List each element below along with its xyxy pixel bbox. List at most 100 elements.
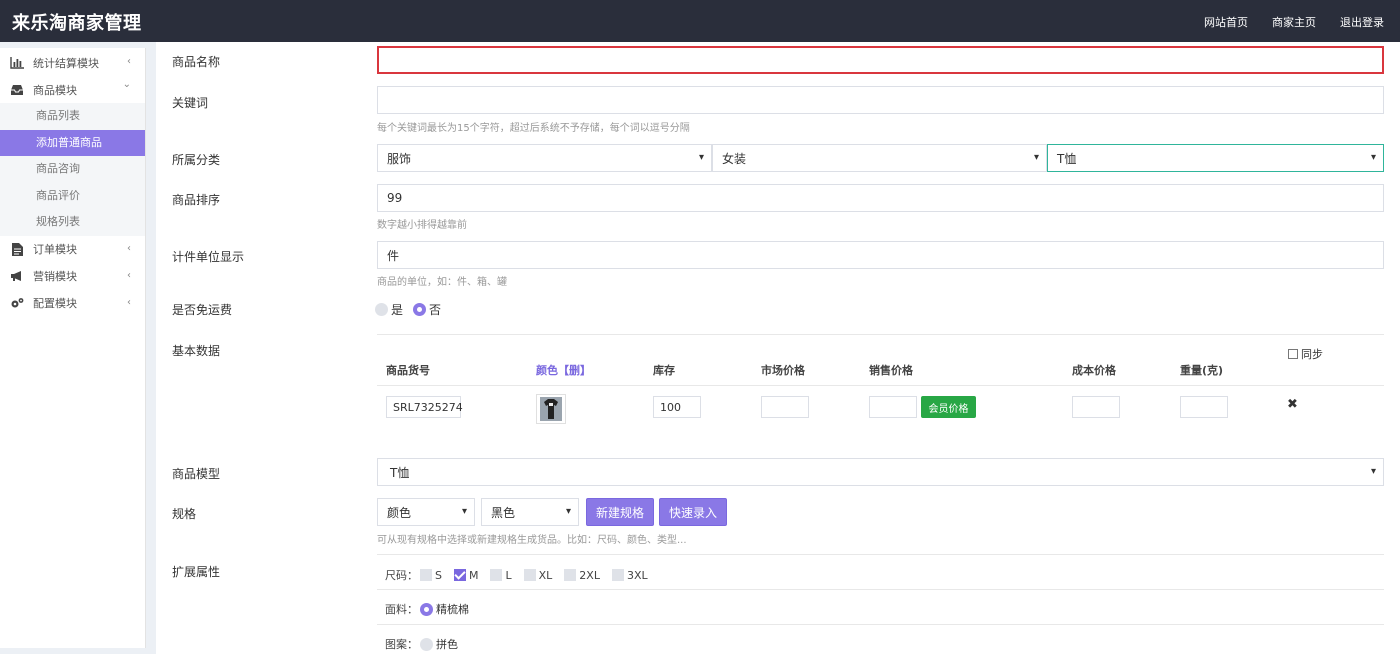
size-checkbox-3xl[interactable]: 3XL — [611, 568, 648, 582]
radio-label: 是 — [391, 303, 404, 317]
col-header-color-delete[interactable]: 颜色【删】 — [536, 362, 591, 378]
cost-price-input[interactable] — [1072, 396, 1120, 418]
file-icon — [10, 242, 24, 256]
keywords-input[interactable] — [377, 86, 1384, 114]
size-checkbox-l[interactable]: L — [490, 569, 512, 582]
checkbox-label: M — [468, 568, 479, 582]
size-checkbox-s[interactable]: S — [420, 569, 442, 582]
free-shipping-yes-radio[interactable]: 是 — [375, 301, 403, 318]
chevron-down-icon: ▾ — [565, 506, 571, 517]
col-header-market-price: 市场价格 — [761, 364, 805, 377]
sidebar-group-config[interactable]: 配置模块 ‹ — [0, 290, 145, 317]
unit-input[interactable]: 件 — [377, 241, 1384, 269]
sidebar-group-marketing[interactable]: 营销模块 ‹ — [0, 263, 145, 290]
nav-merchant-home[interactable]: 商家主页 — [1272, 14, 1316, 30]
pattern-radio-patchwork[interactable]: 拼色 — [420, 636, 458, 652]
sidebar-item-goods-inquiry[interactable]: 商品咨询 — [0, 156, 145, 183]
chevron-down-icon: ▾ — [1033, 152, 1039, 163]
sidebar-item-goods-list[interactable]: 商品列表 — [0, 103, 145, 130]
delete-row-icon[interactable]: ✖ — [1287, 397, 1298, 412]
top-bar: 来乐淘商家管理 网站首页 商家主页 退出登录 — [0, 0, 1400, 42]
keywords-hint: 每个关键词最长为15个字符，超过后系统不予存储，每个词以逗号分隔 — [377, 123, 690, 134]
color-thumbnail[interactable] — [536, 394, 566, 424]
spec-type-select[interactable]: 颜色 ▾ — [377, 498, 475, 526]
table-header-divider — [377, 385, 1384, 386]
ext-attr-label: 扩展属性 — [172, 565, 221, 579]
spec-hint: 可从现有规格中选择或新建规格生成货品。比如：尺码、颜色、类型... — [377, 535, 687, 546]
chevron-left-icon: ‹ — [127, 269, 131, 281]
radio-circle — [413, 303, 427, 316]
size-options: 尺码： S M L XL 2XL 3XL — [385, 567, 660, 583]
pattern-label: 图案： — [385, 638, 418, 651]
radio-label: 拼色 — [436, 638, 458, 651]
select-value: 颜色 — [387, 505, 412, 520]
fabric-radio-combed-cotton[interactable]: 精梳棉 — [420, 601, 469, 617]
cogs-icon — [10, 296, 24, 310]
radio-label: 精梳棉 — [436, 603, 469, 616]
category-level2-select[interactable]: 女装 ▾ — [712, 144, 1047, 172]
sidebar-item-goods-review[interactable]: 商品评价 — [0, 182, 145, 209]
sku-input[interactable]: SRL7325274 — [386, 396, 463, 418]
sync-label: 同步 — [1301, 348, 1323, 361]
chevron-down-icon: ▾ — [461, 506, 467, 517]
nav-logout[interactable]: 退出登录 — [1340, 14, 1384, 30]
fabric-options: 面料： 精梳棉 — [385, 601, 479, 617]
category-level1-select[interactable]: 服饰 ▾ — [377, 144, 712, 172]
sort-input[interactable]: 99 — [377, 184, 1384, 212]
chevron-down-icon: ⌄ — [122, 79, 131, 90]
pattern-options: 图案： 拼色 — [385, 636, 468, 652]
unit-label: 计件单位显示 — [172, 250, 245, 264]
radio-label: 否 — [429, 303, 442, 317]
nav-site-home[interactable]: 网站首页 — [1204, 14, 1248, 30]
spec-value-select[interactable]: 黑色 ▾ — [481, 498, 579, 526]
col-header-sale-price: 销售价格 — [869, 364, 913, 377]
radio-circle — [420, 602, 433, 616]
size-checkbox-xl[interactable]: XL — [523, 568, 553, 582]
sidebar-group-label: 配置模块 — [33, 297, 77, 310]
divider — [377, 554, 1384, 555]
quick-entry-button[interactable]: 快速录入 — [659, 498, 727, 526]
select-value: 服饰 — [387, 151, 412, 166]
basic-data-label: 基本数据 — [172, 344, 221, 358]
size-checkbox-m[interactable]: M — [453, 568, 479, 582]
model-select[interactable]: T恤 ▾ — [377, 458, 1384, 486]
model-label: 商品模型 — [172, 467, 221, 481]
sidebar-group-orders[interactable]: 订单模块 ‹ — [0, 236, 145, 263]
checkbox-box — [611, 569, 624, 581]
sale-price-input[interactable] — [869, 396, 917, 418]
col-header-sku: 商品货号 — [386, 364, 430, 377]
new-spec-button[interactable]: 新建规格 — [586, 498, 654, 526]
radio-circle — [375, 303, 388, 316]
sidebar-group-label: 订单模块 — [33, 243, 77, 256]
free-shipping-label: 是否免运费 — [172, 303, 233, 317]
chevron-left-icon: ‹ — [127, 242, 131, 254]
sync-checkbox[interactable]: 同步 — [1288, 346, 1323, 362]
stock-input[interactable]: 100 — [653, 396, 701, 418]
top-nav: 网站首页 商家主页 退出登录 — [1204, 14, 1384, 30]
sidebar-item-spec-list[interactable]: 规格列表 — [0, 209, 145, 236]
size-checkbox-2xl[interactable]: 2XL — [564, 569, 600, 582]
member-price-button[interactable]: 会员价格 — [921, 396, 976, 418]
chevron-left-icon: ‹ — [127, 296, 131, 308]
checkbox-box — [523, 569, 536, 581]
sidebar-group-goods[interactable]: 商品模块 ⌄ — [0, 76, 145, 103]
checkbox-label: XL — [538, 568, 553, 582]
sidebar-group-label: 统计结算模块 — [33, 56, 99, 70]
main-content: 商品名称 关键词 每个关键词最长为15个字符，超过后系统不予存储，每个词以逗号分… — [156, 42, 1400, 654]
col-header-cost-price: 成本价格 — [1072, 364, 1116, 377]
chevron-down-icon: ▾ — [1370, 152, 1376, 163]
sidebar-group-stats[interactable]: 统计结算模块 ‹ — [0, 49, 145, 76]
checkbox-box — [1288, 349, 1298, 359]
category-level3-select[interactable]: T恤 ▾ — [1047, 144, 1384, 172]
market-price-input[interactable] — [761, 396, 809, 418]
goods-name-input[interactable] — [377, 46, 1384, 74]
col-header-stock: 库存 — [653, 364, 675, 377]
weight-input[interactable] — [1180, 396, 1228, 418]
sidebar-group-label: 营销模块 — [33, 270, 77, 283]
sidebar-item-add-goods[interactable]: 添加普通商品 — [0, 129, 145, 156]
sidebar-group-label: 商品模块 — [33, 83, 77, 97]
checkbox-label: 3XL — [626, 568, 648, 582]
keywords-label: 关键词 — [172, 96, 209, 110]
fabric-label: 面料： — [385, 603, 418, 616]
free-shipping-no-radio[interactable]: 否 — [413, 301, 441, 318]
